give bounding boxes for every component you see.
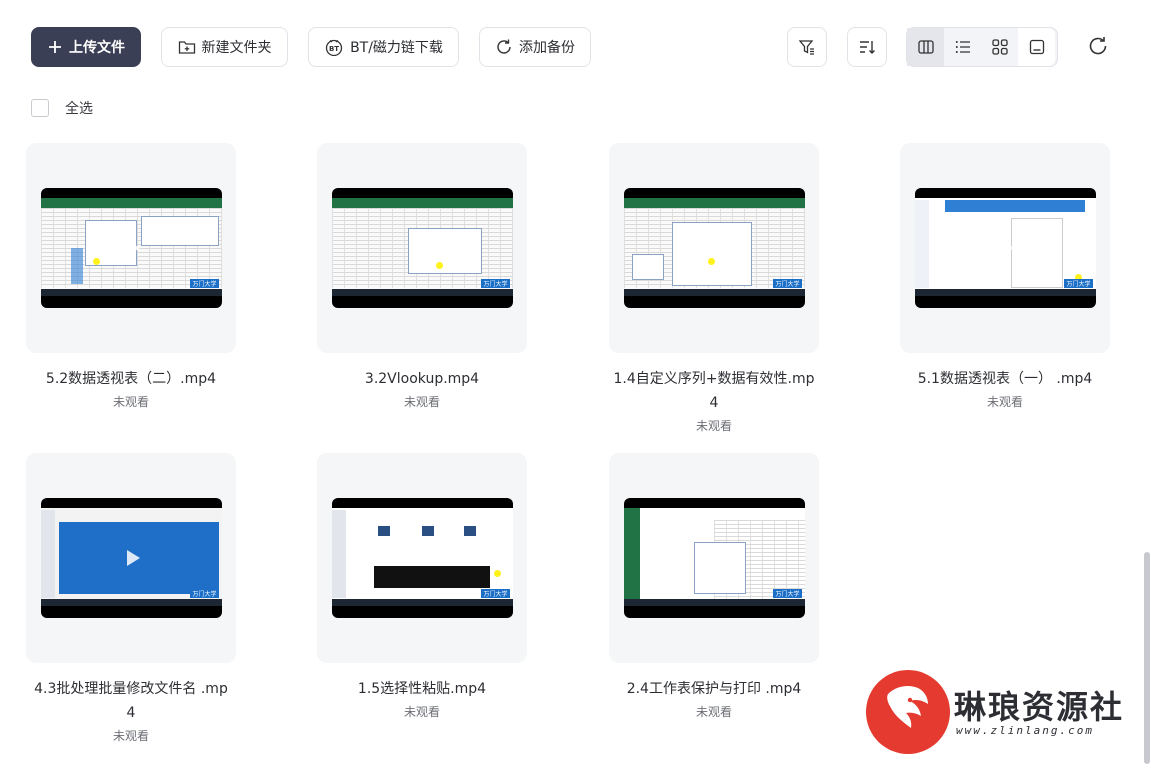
watch-status: 未观看 [986, 395, 1023, 409]
video-thumbnail: 万门大学 [914, 188, 1096, 308]
file-name[interactable]: 4.3批处理批量修改文件名 .mp4 [26, 677, 236, 725]
thumbnail-box[interactable]: 万门大学 [609, 143, 819, 353]
select-all[interactable]: 全选 [31, 97, 93, 119]
watermark-logo: 琳琅资源社 www.zlinlang.com [866, 668, 1136, 754]
refresh-icon [1089, 37, 1107, 55]
add-backup-button[interactable]: 添加备份 [479, 27, 591, 67]
filter-button[interactable] [787, 27, 827, 67]
file-card[interactable]: 万门大学 1.4自定义序列+数据有效性.mp4 未观看 [609, 143, 819, 434]
play-icon [418, 550, 431, 566]
video-thumbnail: 万门大学 [331, 498, 513, 618]
select-all-label: 全选 [65, 101, 93, 117]
add-backup-label: 添加备份 [519, 40, 575, 56]
filter-icon [798, 40, 814, 55]
thumbnail-box[interactable]: 万门大学 [317, 143, 527, 353]
thumb-brand: 万门大学 [481, 589, 510, 598]
thumb-brand: 万门大学 [773, 279, 802, 288]
watermark-title: 琳琅资源社 [954, 688, 1125, 726]
video-thumbnail: 万门大学 [40, 498, 222, 618]
file-name[interactable]: 1.5选择性粘贴.mp4 [317, 677, 527, 701]
bt-icon: BT [325, 39, 343, 56]
upload-button[interactable]: 上传文件 [31, 27, 141, 67]
file-card[interactable]: 万门大学 5.1数据透视表（一） .mp4 未观看 [900, 143, 1110, 410]
thumbnail-box[interactable]: 万门大学 [317, 453, 527, 663]
video-thumbnail: 万门大学 [331, 188, 513, 308]
select-all-checkbox[interactable] [31, 99, 49, 117]
watch-status: 未观看 [403, 705, 440, 719]
file-card[interactable]: 万门大学 3.2Vlookup.mp4 未观看 [317, 143, 527, 410]
thumb-brand: 万门大学 [190, 589, 219, 598]
thumbnail-box[interactable]: 万门大学 [26, 453, 236, 663]
view-columns-button[interactable] [907, 28, 944, 66]
thumb-brand: 万门大学 [481, 279, 510, 288]
watch-status: 未观看 [112, 729, 149, 743]
thumbnail-box[interactable]: 万门大学 [609, 453, 819, 663]
file-card[interactable]: 万门大学 1.5选择性粘贴.mp4 未观看 [317, 453, 527, 720]
file-name[interactable]: 5.2数据透视表（二）.mp4 [26, 367, 236, 391]
plus-icon [49, 41, 61, 53]
file-name[interactable]: 3.2Vlookup.mp4 [317, 367, 527, 391]
refresh-button[interactable] [1086, 34, 1110, 58]
sort-icon [860, 41, 875, 54]
file-name[interactable]: 1.4自定义序列+数据有效性.mp4 [609, 367, 819, 415]
new-folder-button[interactable]: 新建文件夹 [161, 27, 288, 67]
columns-icon [917, 40, 934, 54]
sync-icon [497, 39, 511, 54]
bt-download-label: BT/磁力链下载 [350, 40, 443, 56]
file-name[interactable]: 5.1数据透视表（一） .mp4 [900, 367, 1110, 391]
watch-status: 未观看 [695, 419, 732, 433]
play-icon [710, 240, 723, 256]
watch-status: 未观看 [112, 395, 149, 409]
thumb-brand: 万门大学 [773, 589, 802, 598]
file-card[interactable]: 万门大学 4.3批处理批量修改文件名 .mp4 未观看 [26, 453, 236, 744]
grid-icon [991, 39, 1008, 55]
thumbnail-box[interactable]: 万门大学 [26, 143, 236, 353]
upload-label: 上传文件 [69, 40, 125, 56]
dragon-logo-icon [866, 670, 950, 754]
video-thumbnail: 万门大学 [623, 498, 805, 618]
video-thumbnail: 万门大学 [623, 188, 805, 308]
watch-status: 未观看 [695, 705, 732, 719]
view-list-button[interactable] [944, 28, 981, 66]
watch-status: 未观看 [403, 395, 440, 409]
preview-icon [1029, 39, 1044, 55]
scrollbar-thumb[interactable] [1144, 552, 1150, 764]
video-thumbnail: 万门大学 [40, 188, 222, 308]
thumb-brand: 万门大学 [1064, 279, 1093, 288]
list-icon [955, 41, 970, 53]
sort-button[interactable] [847, 27, 887, 67]
thumb-brand: 万门大学 [190, 279, 219, 288]
play-icon [1001, 240, 1014, 256]
watermark-url: www.zlinlang.com [956, 724, 1094, 737]
play-icon [418, 240, 431, 256]
thumbnail-box[interactable]: 万门大学 [900, 143, 1110, 353]
new-folder-label: 新建文件夹 [201, 40, 272, 56]
file-card[interactable]: 万门大学 5.2数据透视表（二）.mp4 未观看 [26, 143, 236, 410]
play-icon [127, 550, 140, 566]
folder-plus-icon [178, 41, 195, 54]
file-card[interactable]: 万门大学 2.4工作表保护与打印 .mp4 未观看 [609, 453, 819, 720]
play-icon [127, 240, 140, 256]
bt-download-button[interactable]: BT BT/磁力链下载 [308, 27, 459, 67]
view-grid-button[interactable] [981, 28, 1018, 66]
view-mode-group [906, 27, 1058, 67]
file-name[interactable]: 2.4工作表保护与打印 .mp4 [609, 677, 819, 701]
play-icon [710, 550, 723, 566]
toolbar: 上传文件 新建文件夹 BT BT/磁力链下载 添加备份 [0, 0, 1151, 94]
svg-text:BT: BT [329, 45, 339, 53]
view-preview-button[interactable] [1018, 28, 1055, 66]
